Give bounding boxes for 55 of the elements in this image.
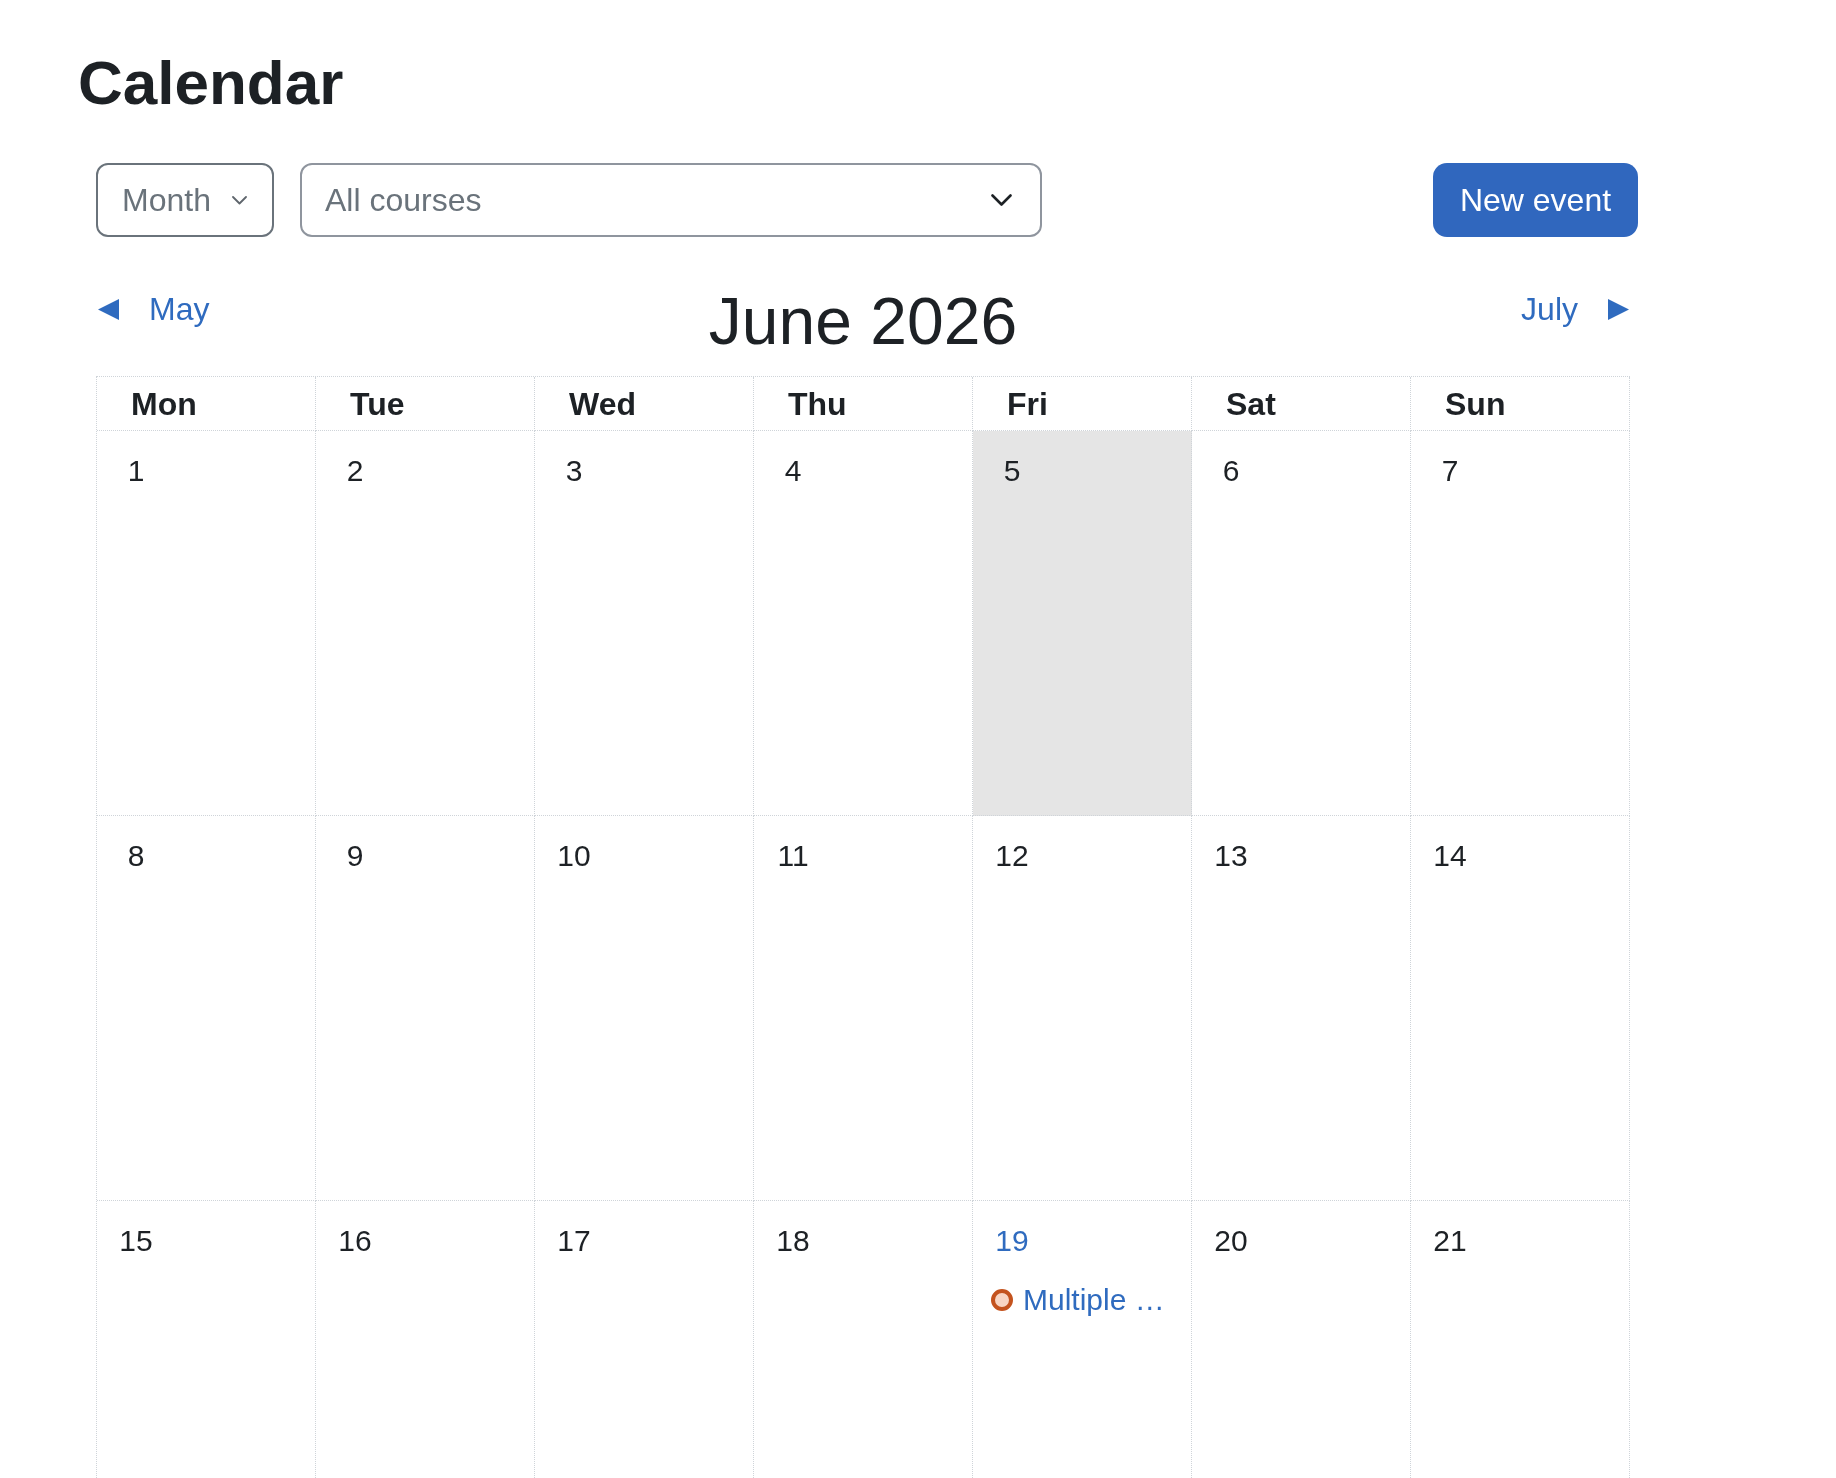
day-number: 17 [556,1223,592,1259]
day-cell[interactable]: 3 [535,431,754,816]
previous-month-link[interactable]: May [96,289,210,329]
day-number: 10 [556,838,592,874]
day-cell[interactable]: 13 [1192,816,1411,1201]
day-number: 2 [345,453,365,489]
day-cell[interactable]: 7 [1411,431,1630,816]
page-title: Calendar [78,47,344,119]
weekday-header: Wed [569,384,636,424]
day-cell[interactable]: 14 [1411,816,1630,1201]
day-cell[interactable]: 5 [973,431,1192,816]
weekday-header: Thu [788,384,847,424]
day-number: 12 [994,838,1030,874]
next-month-link[interactable]: July [1521,289,1630,329]
day-number: 20 [1213,1223,1249,1259]
day-number: 1 [126,453,146,489]
left-triangle-icon [98,298,119,320]
view-select[interactable]: Month [96,163,274,237]
new-event-button[interactable]: New event [1433,163,1638,237]
event-link[interactable]: Multiple … [991,1280,1165,1320]
day-number: 6 [1221,453,1241,489]
day-cell[interactable]: 11 [754,816,973,1201]
day-number: 9 [345,838,365,874]
day-cell[interactable]: 8 [97,816,316,1201]
day-cell[interactable]: 10 [535,816,754,1201]
day-number-link[interactable]: 19 [987,1221,1037,1261]
day-number: 21 [1432,1223,1468,1259]
day-cell[interactable]: 2 [316,431,535,816]
day-cell[interactable]: 12 [973,816,1192,1201]
weekday-header: Fri [1007,384,1048,424]
day-number: 5 [1002,453,1022,489]
chevron-down-icon [991,194,1012,206]
day-number: 15 [118,1223,154,1259]
day-number: 16 [337,1223,373,1259]
day-number: 3 [564,453,584,489]
weekday-header: Tue [350,384,405,424]
weekday-header: Sat [1226,384,1276,424]
chevron-down-icon [232,195,247,205]
course-select[interactable]: All courses [300,163,1042,237]
month-heading: June 2026 [708,283,1018,360]
weekday-header: Sun [1445,384,1506,424]
day-number: 7 [1440,453,1460,489]
weekday-header: Mon [131,384,197,424]
event-dot-icon [991,1289,1013,1311]
day-number: 13 [1213,838,1249,874]
day-cell[interactable]: 4 [754,431,973,816]
day-number: 14 [1432,838,1468,874]
day-number: 11 [776,838,810,874]
day-number: 18 [775,1223,811,1259]
day-cell[interactable]: 6 [1192,431,1411,816]
day-number: 4 [783,453,803,489]
day-cell[interactable]: 1 [97,431,316,816]
day-number: 8 [126,838,146,874]
day-cell[interactable]: 9 [316,816,535,1201]
right-triangle-icon [1608,298,1629,320]
